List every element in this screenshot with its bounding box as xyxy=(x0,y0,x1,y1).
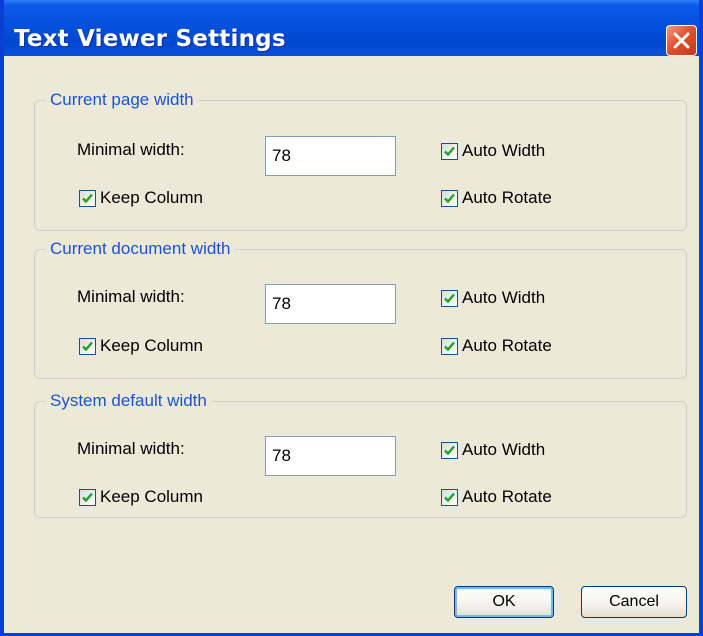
auto-width-checkbox[interactable]: Auto Width xyxy=(441,439,545,461)
checkmark-icon xyxy=(444,146,455,156)
checkmark-icon xyxy=(82,341,93,351)
auto-width-checkbox[interactable]: Auto Width xyxy=(441,140,545,162)
group-system-default-width: System default width Minimal width: Auto… xyxy=(34,390,687,518)
auto-rotate-checkbox-box[interactable] xyxy=(441,189,458,207)
auto-width-checkbox[interactable]: Auto Width xyxy=(441,287,545,309)
checkmark-icon xyxy=(82,193,93,203)
keep-column-checkbox-box[interactable] xyxy=(79,189,96,207)
auto-width-label: Auto Width xyxy=(462,440,546,459)
keep-column-checkbox[interactable]: Keep Column xyxy=(79,187,203,209)
group-current-page-width: Current page width Minimal width: Auto W… xyxy=(34,89,687,231)
minimal-width-label: Minimal width: xyxy=(77,439,185,458)
auto-rotate-checkbox[interactable]: Auto Rotate xyxy=(441,187,552,209)
auto-rotate-label: Auto Rotate xyxy=(462,336,552,355)
ok-button[interactable]: OK xyxy=(454,586,554,618)
checkmark-icon xyxy=(444,341,455,351)
auto-width-label: Auto Width xyxy=(462,141,546,160)
minimal-width-input[interactable] xyxy=(265,436,396,476)
group-current-document-width: Current document width Minimal width: Au… xyxy=(34,238,687,379)
keep-column-checkbox[interactable]: Keep Column xyxy=(79,335,203,357)
cancel-button[interactable]: Cancel xyxy=(581,586,687,618)
minimal-width-label: Minimal width: xyxy=(77,140,185,159)
keep-column-label: Keep Column xyxy=(100,487,204,506)
group-title: Current page width xyxy=(45,89,199,111)
auto-width-checkbox-box[interactable] xyxy=(441,441,458,459)
group-title: Current document width xyxy=(45,238,236,260)
checkmark-icon xyxy=(444,193,455,203)
close-icon xyxy=(673,32,690,49)
keep-column-checkbox-box[interactable] xyxy=(79,488,96,506)
minimal-width-input[interactable] xyxy=(265,284,396,324)
minimal-width-input[interactable] xyxy=(265,136,396,176)
minimal-width-label: Minimal width: xyxy=(77,287,185,306)
close-button[interactable] xyxy=(666,25,697,56)
auto-width-checkbox-box[interactable] xyxy=(441,142,458,160)
keep-column-label: Keep Column xyxy=(100,188,204,207)
checkmark-icon xyxy=(444,492,455,502)
title-bar[interactable]: Text Viewer Settings xyxy=(4,0,699,56)
auto-rotate-checkbox[interactable]: Auto Rotate xyxy=(441,486,552,508)
keep-column-checkbox-box[interactable] xyxy=(79,337,96,355)
group-title: System default width xyxy=(45,390,212,412)
auto-width-label: Auto Width xyxy=(462,288,546,307)
auto-rotate-checkbox-box[interactable] xyxy=(441,337,458,355)
keep-column-label: Keep Column xyxy=(100,336,204,355)
auto-rotate-checkbox-box[interactable] xyxy=(441,488,458,506)
checkmark-icon xyxy=(82,492,93,502)
auto-rotate-checkbox[interactable]: Auto Rotate xyxy=(441,335,552,357)
settings-dialog: Text Viewer Settings Current page width … xyxy=(0,0,703,636)
auto-rotate-label: Auto Rotate xyxy=(462,188,552,207)
checkmark-icon xyxy=(444,445,455,455)
keep-column-checkbox[interactable]: Keep Column xyxy=(79,486,203,508)
window-title: Text Viewer Settings xyxy=(14,26,286,52)
checkmark-icon xyxy=(444,293,455,303)
auto-rotate-label: Auto Rotate xyxy=(462,487,552,506)
auto-width-checkbox-box[interactable] xyxy=(441,289,458,307)
